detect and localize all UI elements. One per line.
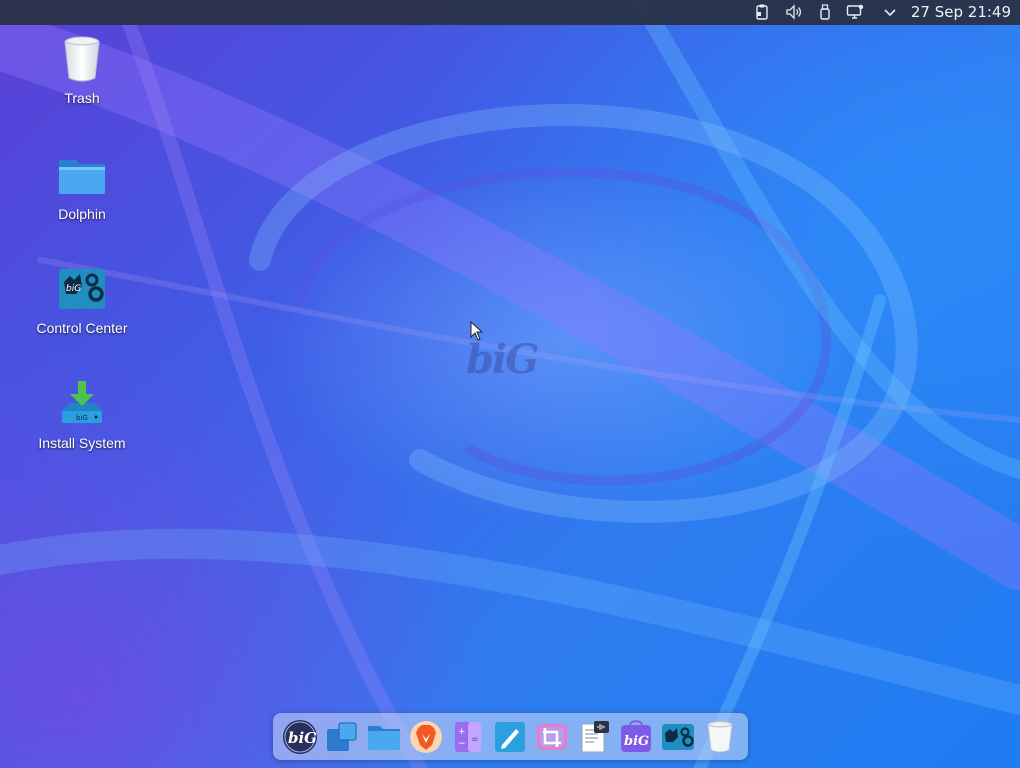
control-center-icon[interactable] bbox=[660, 719, 696, 755]
svg-text:biG: biG bbox=[288, 729, 317, 747]
biglinux-store-icon[interactable]: biG bbox=[618, 719, 654, 755]
calculator-icon[interactable]: + − = bbox=[450, 719, 486, 755]
svg-text:biG: biG bbox=[76, 414, 88, 422]
svg-text:−: − bbox=[458, 739, 466, 749]
top-panel: 27 Sep 21:49 bbox=[0, 0, 1020, 25]
svg-text:=: = bbox=[471, 735, 479, 745]
desktop-icon-label: Install System bbox=[38, 435, 126, 451]
mouse-cursor-icon bbox=[470, 321, 484, 341]
desktop-icon-control-center[interactable]: biG Control Center bbox=[22, 264, 142, 336]
desktop-icon-label: Dolphin bbox=[58, 206, 106, 222]
volume-icon[interactable] bbox=[785, 3, 803, 21]
desktop-icon-label: Trash bbox=[64, 90, 100, 106]
desktop-icon-trash[interactable]: Trash bbox=[22, 34, 142, 106]
svg-text:biG: biG bbox=[624, 734, 649, 749]
svg-text:biG: biG bbox=[66, 284, 81, 294]
svg-text:+: + bbox=[458, 727, 466, 737]
control-center-icon: biG bbox=[56, 264, 108, 316]
biglinux-menu-icon[interactable]: biG bbox=[282, 719, 318, 755]
trash-icon bbox=[56, 34, 108, 86]
wallpaper-logo: biG bbox=[466, 336, 539, 383]
desktop-icon-dolphin[interactable]: Dolphin bbox=[22, 150, 142, 222]
screenshot-crop-icon[interactable] bbox=[534, 719, 570, 755]
desktop[interactable]: biG 27 Sep 21:49 Trash Dolphin biG Contr… bbox=[0, 0, 1020, 768]
text-editor-icon[interactable] bbox=[492, 719, 528, 755]
windows-overview-icon[interactable] bbox=[324, 719, 360, 755]
brave-browser-icon[interactable] bbox=[408, 719, 444, 755]
network-icon[interactable] bbox=[846, 3, 864, 21]
chevron-down-icon[interactable] bbox=[881, 3, 899, 21]
file-manager-icon[interactable] bbox=[366, 719, 402, 755]
document-reader-icon[interactable] bbox=[576, 719, 612, 755]
dock: biG + − = biG bbox=[273, 713, 748, 760]
folder-icon bbox=[56, 150, 108, 202]
wallpaper-swirls bbox=[0, 0, 1020, 768]
usb-device-icon[interactable] bbox=[816, 3, 834, 21]
clock[interactable]: 27 Sep 21:49 bbox=[911, 3, 1011, 21]
install-system-icon: biG bbox=[56, 379, 108, 431]
trash-icon[interactable] bbox=[702, 719, 738, 755]
desktop-icon-install-system[interactable]: biG Install System bbox=[22, 379, 142, 451]
desktop-icon-label: Control Center bbox=[36, 320, 128, 336]
clipboard-icon[interactable] bbox=[753, 3, 771, 21]
